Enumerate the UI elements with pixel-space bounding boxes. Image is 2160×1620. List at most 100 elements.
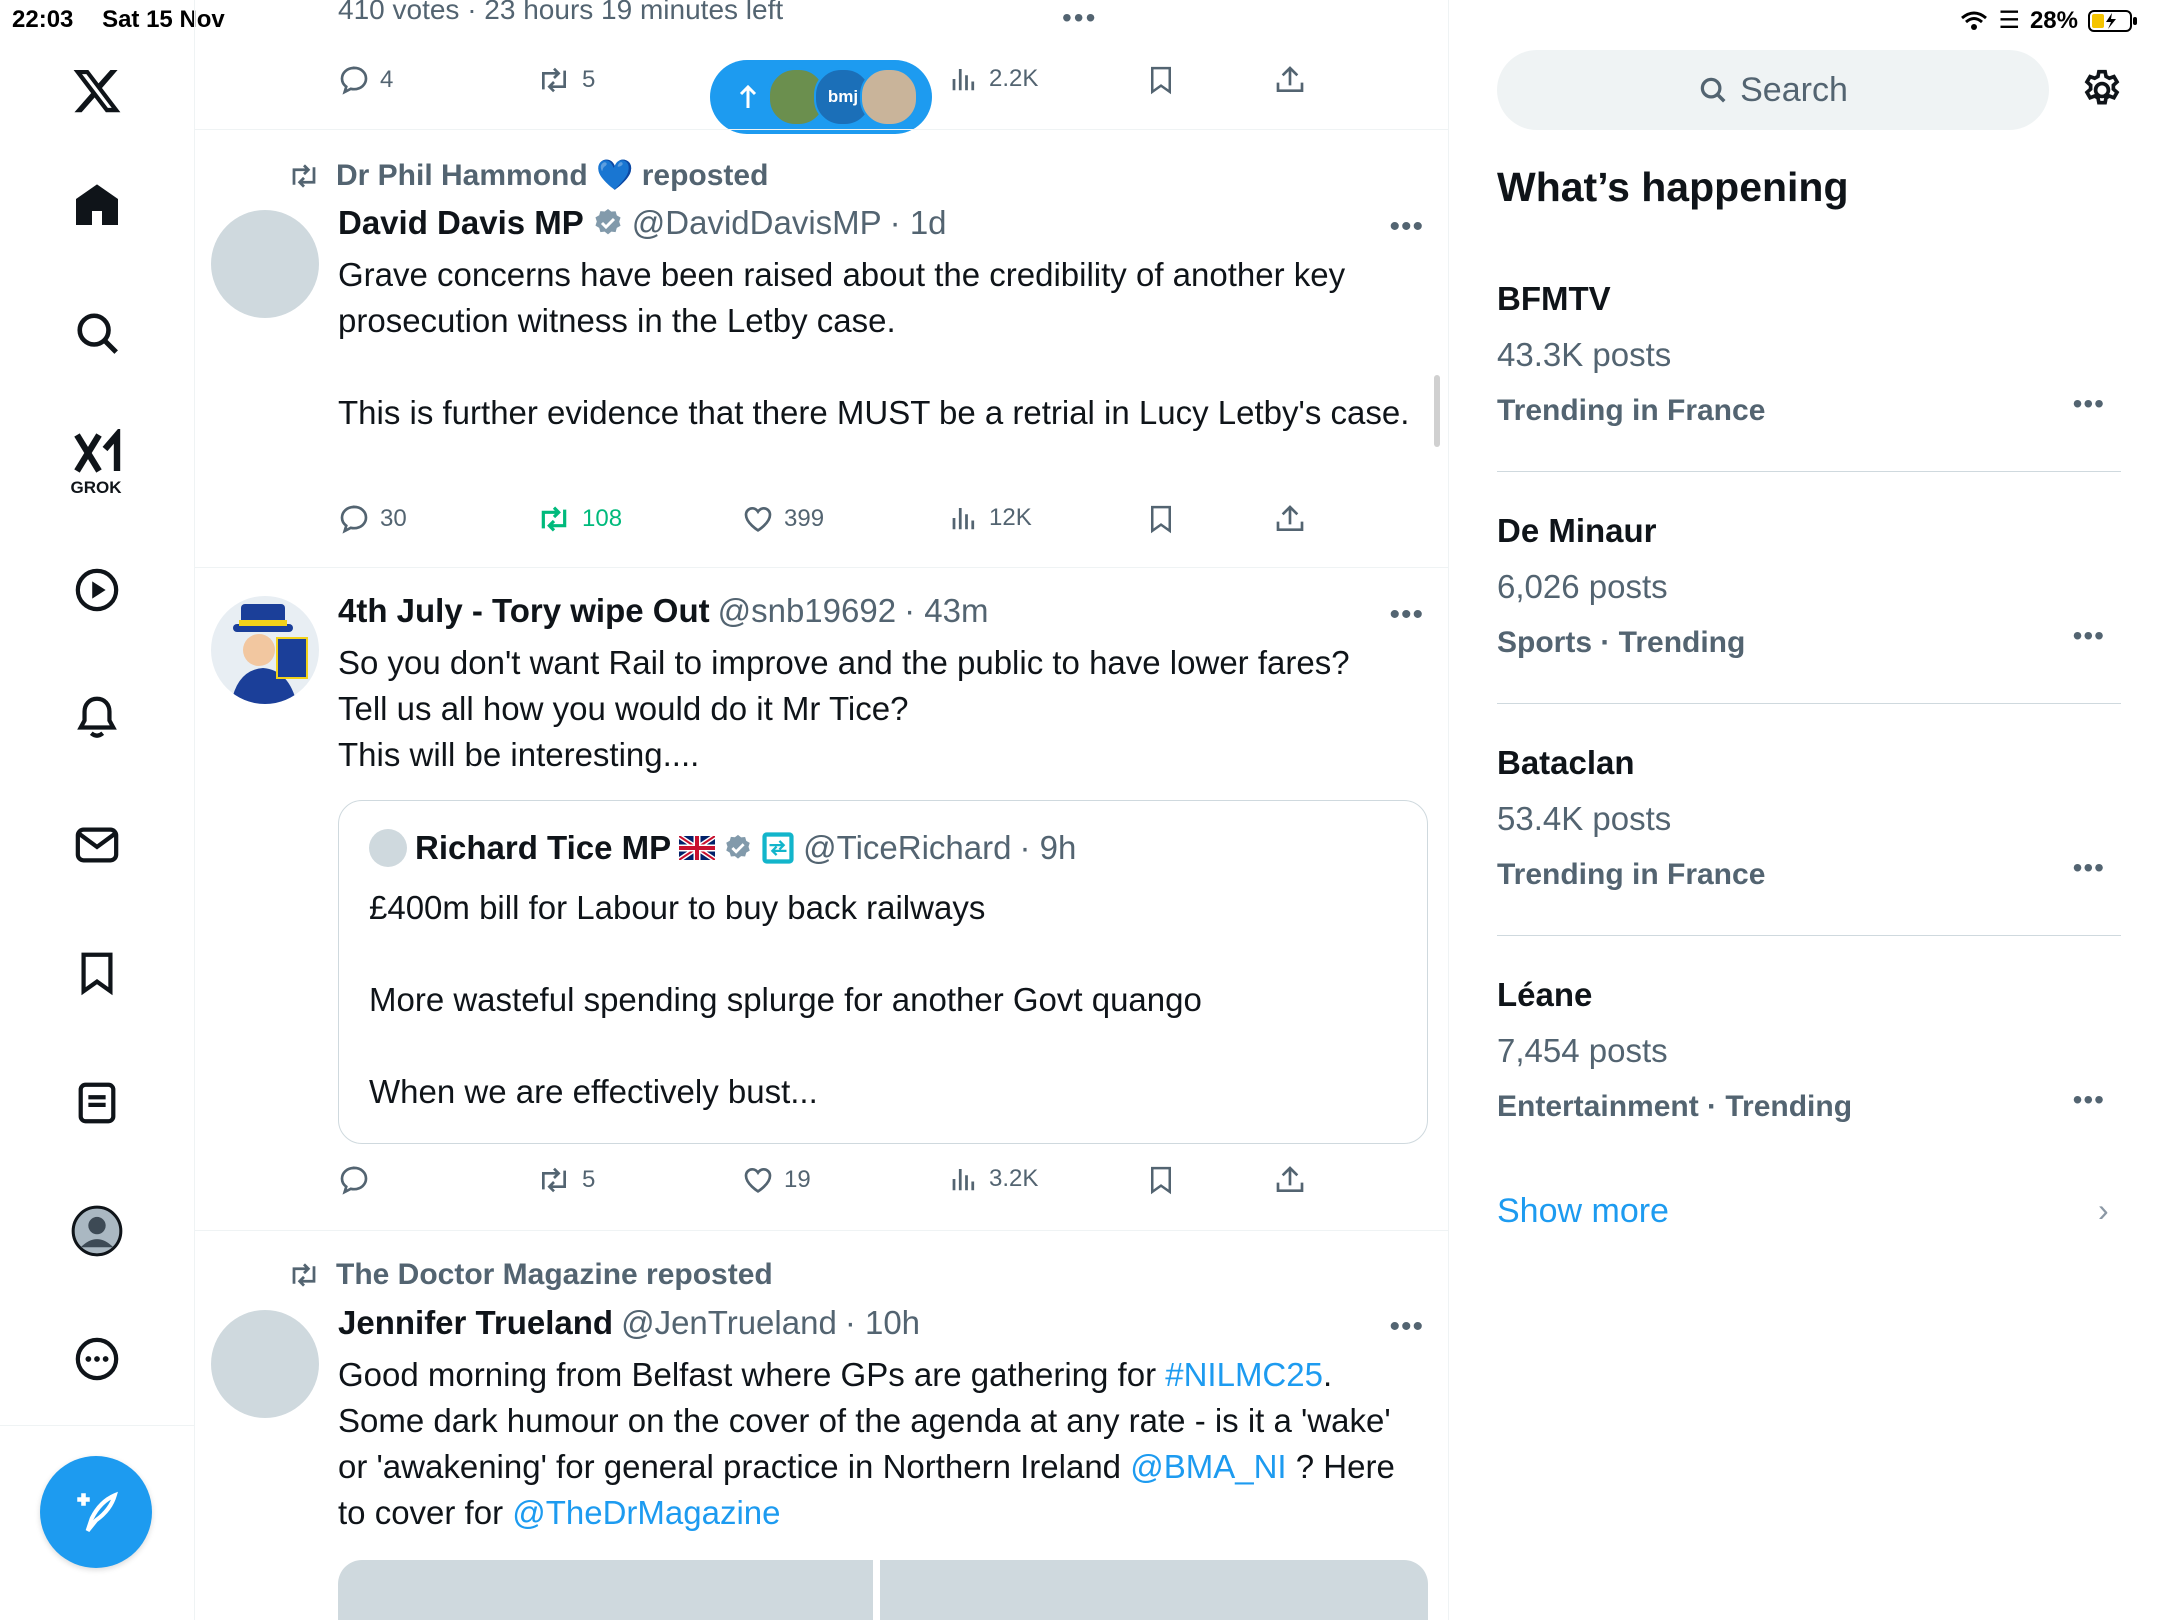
trend-item[interactable]: De Minaur 6,026 posts Sports · Trending … <box>1497 512 2121 692</box>
compose-button[interactable] <box>40 1456 152 1568</box>
bookmark-icon <box>1146 1164 1176 1196</box>
gear-icon[interactable] <box>2080 68 2124 112</box>
reply-count: 30 <box>380 505 407 532</box>
more-options-icon[interactable]: ••• <box>1389 1310 1424 1344</box>
more-options-icon[interactable]: ••• <box>2073 620 2105 652</box>
repost-button[interactable]: 5 <box>536 64 595 96</box>
views-count: 2.2K <box>989 65 1039 92</box>
tweet-time: · 10h <box>844 1304 921 1341</box>
reply-icon <box>338 503 370 535</box>
trend-divider <box>1497 471 2121 472</box>
repost-icon <box>286 161 322 191</box>
repost-by-text: The Doctor Magazine reposted <box>336 1258 773 1291</box>
like-icon <box>742 503 774 535</box>
author-name[interactable]: 4th July - Tory wipe Out <box>338 592 710 630</box>
quote-author-name: Richard Tice MP <box>415 829 672 866</box>
tweet-text: Grave concerns have been raised about th… <box>338 256 1410 431</box>
wifi-icon <box>1960 10 1988 32</box>
views-icon <box>949 64 979 94</box>
timeline-feed: 410 votes · 23 hours 19 minutes left •••… <box>194 0 1449 1620</box>
mention-link[interactable]: @BMA_NI <box>1130 1448 1286 1485</box>
share-icon <box>1274 64 1306 96</box>
like-button[interactable]: 399 <box>742 503 824 535</box>
show-more-link[interactable]: Show more <box>1497 1192 1669 1231</box>
trend-item[interactable]: BFMTV 43.3K posts Trending in France ••• <box>1497 280 2121 460</box>
nav-divider <box>0 1425 194 1426</box>
views-icon <box>949 503 979 533</box>
views-button[interactable]: 12K <box>949 503 1032 533</box>
tweet-time: · 1d <box>889 204 947 241</box>
views-count: 12K <box>989 504 1032 531</box>
more-options-icon[interactable]: ••• <box>1389 210 1424 244</box>
reply-button[interactable]: 30 <box>338 503 407 535</box>
reply-button[interactable] <box>338 1164 380 1196</box>
affiliate-badge-icon <box>761 831 795 865</box>
quote-header: Richard Tice MP @TiceRichard · 9h <box>369 829 1076 867</box>
bookmark-icon[interactable] <box>62 938 132 1008</box>
trend-context: Entertainment · Trending <box>1497 1090 1853 1123</box>
views-button[interactable]: 2.2K <box>949 64 1038 94</box>
like-count: 399 <box>784 505 825 532</box>
author-name[interactable]: David Davis MP <box>338 204 584 242</box>
new-posts-pill[interactable]: bmj <box>710 60 932 134</box>
bookmark-button[interactable] <box>1146 64 1176 96</box>
x-logo-icon[interactable] <box>62 56 132 126</box>
more-options-icon[interactable]: ••• <box>1389 598 1424 632</box>
share-button[interactable] <box>1274 503 1306 535</box>
avatar[interactable] <box>211 210 319 318</box>
more-options-icon[interactable]: ••• <box>1062 2 1097 34</box>
tweet-text: So you don't want Rail to improve and th… <box>338 644 1350 773</box>
author-name[interactable]: Jennifer Trueland <box>338 1304 613 1342</box>
trend-name: De Minaur <box>1497 512 1657 549</box>
profile-icon[interactable] <box>62 1196 132 1266</box>
more-options-icon[interactable]: ••• <box>2073 1084 2105 1116</box>
search-input[interactable]: Search <box>1497 50 2049 130</box>
trend-item[interactable]: Léane 7,454 posts Entertainment · Trendi… <box>1497 976 2121 1156</box>
author-handle[interactable]: @snb19692 <box>718 592 896 630</box>
hashtag-link[interactable]: #NILMC25 <box>1165 1356 1323 1393</box>
trend-divider <box>1497 935 2121 936</box>
trend-context: Sports · Trending <box>1497 626 1746 659</box>
uk-flag-icon <box>679 836 716 860</box>
repost-button[interactable]: 108 <box>536 503 622 535</box>
trend-name: Bataclan <box>1497 744 1635 781</box>
tweet-header: 4th July - Tory wipe Out @snb19692 · 43m <box>338 592 988 630</box>
mail-icon[interactable] <box>62 810 132 880</box>
trend-item[interactable]: Bataclan 53.4K posts Trending in France … <box>1497 744 2121 924</box>
list-icon: ☰ <box>1998 7 2020 34</box>
chevron-right-icon[interactable]: › <box>2098 1192 2109 1229</box>
quoted-tweet[interactable]: Richard Tice MP @TiceRichard · 9h £400m … <box>338 800 1428 1144</box>
more-icon[interactable] <box>62 1324 132 1394</box>
bookmark-button[interactable] <box>1146 503 1176 535</box>
tweet-image[interactable] <box>880 1560 1428 1620</box>
repost-count: 5 <box>582 1166 596 1193</box>
views-button[interactable]: 3.2K <box>949 1164 1038 1194</box>
avatar <box>860 68 918 126</box>
tweet-image[interactable] <box>338 1560 873 1620</box>
home-icon[interactable] <box>62 170 132 240</box>
share-button[interactable] <box>1274 64 1306 96</box>
repost-button[interactable]: 5 <box>536 1164 595 1196</box>
scrollbar[interactable] <box>1434 375 1440 447</box>
bell-icon[interactable] <box>62 682 132 752</box>
mention-link[interactable]: @TheDrMagazine <box>512 1494 780 1531</box>
tweet-text: Good morning from Belfast where GPs are … <box>338 1356 1404 1531</box>
poll-votes-text: 410 votes · 23 hours 19 minutes left <box>338 0 784 25</box>
like-button[interactable]: 19 <box>742 1164 811 1196</box>
author-handle[interactable]: @JenTrueland <box>621 1304 837 1342</box>
repost-indicator: Dr Phil Hammond 💙 reposted <box>286 158 768 193</box>
verified-icon <box>592 207 624 239</box>
lists-icon[interactable] <box>62 1068 132 1138</box>
reply-button[interactable]: 4 <box>338 64 393 96</box>
search-icon[interactable] <box>62 298 132 368</box>
bookmark-button[interactable] <box>1146 1164 1176 1196</box>
more-options-icon[interactable]: ••• <box>2073 852 2105 884</box>
avatar <box>369 829 407 867</box>
share-button[interactable] <box>1274 1164 1306 1196</box>
author-handle[interactable]: @DavidDavisMP <box>632 204 882 242</box>
video-icon[interactable] <box>62 555 132 625</box>
avatar[interactable] <box>211 1310 319 1418</box>
avatar[interactable] <box>211 596 319 704</box>
bookmark-icon <box>1146 64 1176 96</box>
more-options-icon[interactable]: ••• <box>2073 388 2105 420</box>
